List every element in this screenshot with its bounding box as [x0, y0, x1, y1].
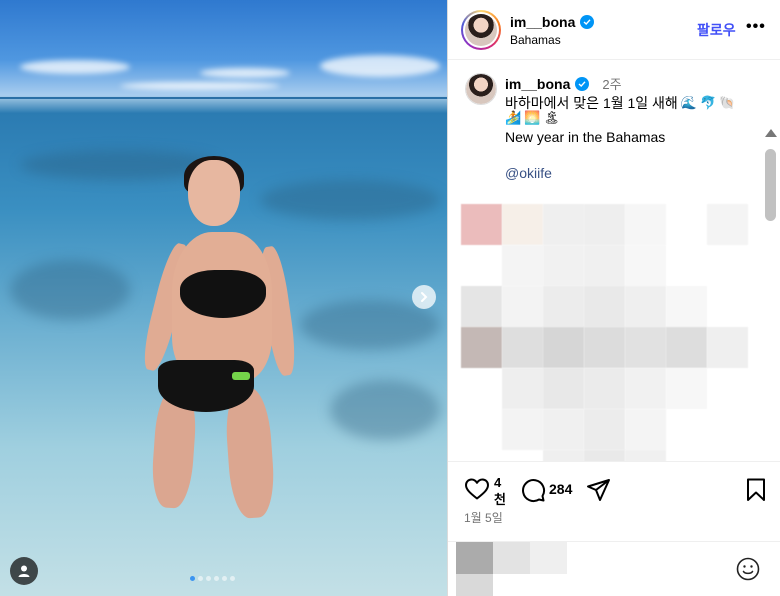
- caption-avatar[interactable]: [465, 73, 497, 105]
- send-icon: [587, 479, 610, 501]
- mention-link[interactable]: @okiife: [505, 165, 552, 181]
- story-ring-avatar[interactable]: [461, 10, 501, 50]
- heart-icon: [465, 478, 489, 500]
- verified-badge-icon: [580, 15, 595, 29]
- user-icon: [18, 565, 30, 577]
- location-link[interactable]: Bahamas: [510, 33, 561, 47]
- cloud: [200, 68, 290, 78]
- comment-button[interactable]: [520, 477, 546, 508]
- surfer-emoji: 🏄: [505, 111, 522, 126]
- shell-emoji: 🐚: [719, 95, 736, 111]
- caption-emoji-line: 🏄 🌅 🏝: [505, 111, 560, 126]
- carousel-dot: [222, 576, 227, 581]
- action-bar: 4천 284 1월 5일: [448, 461, 780, 541]
- smiley-icon: [736, 557, 760, 581]
- post-header: im__bona Bahamas 팔로우 •••: [448, 0, 780, 60]
- carousel-dot: [230, 576, 235, 581]
- emoji-picker-button[interactable]: [736, 557, 760, 586]
- caption-time[interactable]: 2주: [602, 74, 621, 93]
- wave-emoji: 🌊: [680, 95, 697, 111]
- next-slide-button[interactable]: [412, 285, 436, 309]
- island-emoji: 🏝: [543, 111, 560, 126]
- follow-button[interactable]: 팔로우: [697, 20, 736, 40]
- caption-username[interactable]: im__bona: [505, 76, 570, 92]
- cloud: [20, 60, 130, 74]
- username-text[interactable]: im__bona: [510, 14, 575, 30]
- header-username[interactable]: im__bona: [510, 14, 595, 30]
- scroll-up-arrow-icon[interactable]: [765, 129, 777, 137]
- share-button[interactable]: [586, 477, 612, 508]
- caption-text-english: New year in the Bahamas: [505, 129, 666, 145]
- like-count[interactable]: 4천: [494, 474, 508, 508]
- comments-area: im__bona 2주 바하마에서 맞은 1월 1일 새해 🌊 🐬 🐚 🏄 🌅 …: [448, 61, 780, 461]
- carousel-dot: [206, 576, 211, 581]
- more-options-button[interactable]: •••: [746, 18, 766, 36]
- carousel-dot: [198, 576, 203, 581]
- post-side-panel: im__bona Bahamas 팔로우 ••• im__bona 2주 바하마…: [447, 0, 780, 596]
- blurred-comment-input: [456, 574, 493, 596]
- carousel-indicator: [190, 576, 235, 581]
- caption-line: 바하마에서 맞은 1월 1일 새해 🌊 🐬 🐚: [505, 93, 735, 113]
- add-comment-area[interactable]: [448, 541, 780, 596]
- verified-badge-icon: [575, 76, 590, 91]
- like-button[interactable]: [464, 477, 490, 506]
- cloud: [120, 82, 280, 90]
- scroll-thumb[interactable]: [765, 149, 776, 221]
- person-figure: [138, 156, 300, 520]
- comments-scrollbar[interactable]: [763, 129, 777, 461]
- comment-count[interactable]: 284: [549, 481, 572, 497]
- dolphin-emoji: 🐬: [700, 95, 717, 111]
- caption-header: im__bona 2주: [505, 74, 622, 93]
- carousel-dot: [214, 576, 219, 581]
- avatar: [465, 14, 497, 46]
- comment-icon: [522, 479, 546, 503]
- save-button[interactable]: [745, 477, 767, 508]
- bookmark-icon: [747, 478, 765, 501]
- reef-shadow: [10, 260, 130, 320]
- post-date[interactable]: 1월 5일: [464, 509, 503, 526]
- post-photo[interactable]: [0, 0, 447, 596]
- carousel-dot-active: [190, 576, 195, 581]
- sunrise-emoji: 🌅: [524, 111, 541, 126]
- blurred-comments: [461, 204, 761, 461]
- reef-shadow: [330, 380, 440, 440]
- blurred-comment-input: [456, 542, 576, 574]
- chevron-right-icon: [421, 292, 428, 302]
- horizon: [0, 97, 447, 99]
- tagged-users-button[interactable]: [10, 557, 38, 585]
- caption-text-korean: 바하마에서 맞은 1월 1일 새해: [505, 95, 678, 111]
- cloud: [320, 55, 440, 77]
